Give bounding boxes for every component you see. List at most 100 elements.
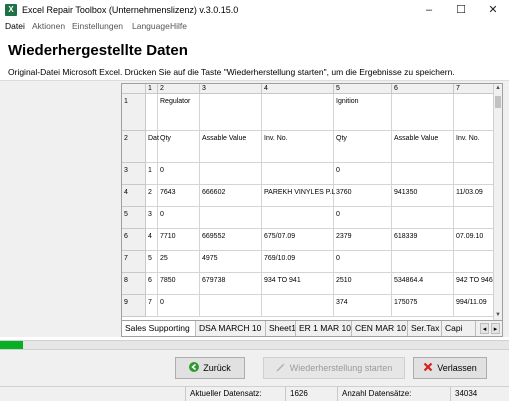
grid-cell[interactable]: 679738: [200, 273, 262, 295]
grid-cell[interactable]: Regulator: [158, 94, 200, 131]
grid-cell[interactable]: [262, 163, 334, 185]
menu-einstellungen[interactable]: Einstellungen: [72, 21, 123, 31]
row-header[interactable]: 8: [122, 273, 146, 295]
grid-cell[interactable]: 6: [146, 273, 158, 295]
grid-cell[interactable]: 1: [146, 163, 158, 185]
scroll-thumb[interactable]: [495, 96, 501, 108]
grid-cell[interactable]: 769/10.09: [262, 251, 334, 273]
scroll-up-icon[interactable]: ▲: [494, 84, 502, 93]
grid-cell[interactable]: 941350: [392, 185, 454, 207]
grid-cell[interactable]: [392, 251, 454, 273]
column-header[interactable]: 1: [146, 84, 158, 94]
grid-cell[interactable]: 0: [158, 295, 200, 317]
sheet-tab[interactable]: DSA MARCH 10: [196, 321, 266, 336]
column-header[interactable]: 2: [158, 84, 200, 94]
grid-cell[interactable]: Qty: [158, 131, 200, 163]
tab-next-icon[interactable]: ▸: [491, 323, 500, 334]
start-recovery-button[interactable]: Wiederherstellung starten: [263, 357, 405, 379]
grid-cell[interactable]: 5: [146, 251, 158, 273]
menu-aktionen[interactable]: Aktionen: [32, 21, 65, 31]
grid-cell[interactable]: Dat: [146, 131, 159, 163]
grid-cell[interactable]: [454, 94, 493, 131]
row-header[interactable]: 7: [122, 251, 146, 273]
grid-cell[interactable]: 25: [158, 251, 200, 273]
grid-cell[interactable]: [262, 94, 334, 131]
sheet-tab[interactable]: Sales Supporting: [122, 321, 196, 336]
row-header[interactable]: 4: [122, 185, 146, 207]
grid-cell[interactable]: 07.09.10: [454, 229, 493, 251]
grid-cell[interactable]: [392, 94, 454, 131]
menu-datei[interactable]: Datei: [5, 21, 25, 31]
row-header[interactable]: 1: [122, 94, 146, 131]
grid-cell[interactable]: Inv. No.: [262, 131, 334, 163]
exit-button[interactable]: Verlassen: [413, 357, 487, 379]
column-header[interactable]: 7: [454, 84, 493, 94]
minimize-button[interactable]: –: [413, 0, 445, 20]
column-header[interactable]: 3: [200, 84, 262, 94]
grid-cell[interactable]: 534864.4: [392, 273, 454, 295]
back-button[interactable]: Zurück: [175, 357, 245, 379]
grid-cell[interactable]: [200, 163, 262, 185]
row-header[interactable]: 5: [122, 207, 146, 229]
grid-cell[interactable]: [454, 207, 493, 229]
sheet-tab[interactable]: ER 1 MAR 10: [296, 321, 352, 336]
grid-cell[interactable]: Qty: [334, 131, 392, 163]
grid-cell[interactable]: 7643: [158, 185, 200, 207]
grid-cell[interactable]: PAREKH VINYLES P.L: [262, 185, 335, 207]
column-header[interactable]: 6: [392, 84, 454, 94]
grid-cell[interactable]: [262, 295, 334, 317]
grid-cell[interactable]: 0: [334, 251, 392, 273]
sheet-tab[interactable]: Ser.Tax: [408, 321, 442, 336]
grid-cell[interactable]: 669552: [200, 229, 262, 251]
grid-cell[interactable]: 3: [146, 207, 158, 229]
column-header[interactable]: 4: [262, 84, 334, 94]
row-header[interactable]: 2: [122, 131, 146, 163]
grid-cell[interactable]: 0: [158, 163, 200, 185]
grid-cell[interactable]: [392, 207, 454, 229]
grid-cell[interactable]: 4: [146, 229, 158, 251]
grid-cell[interactable]: 942 TO 946: [454, 273, 493, 295]
row-header[interactable]: 3: [122, 163, 146, 185]
grid-cell[interactable]: 618339: [392, 229, 454, 251]
grid-cell[interactable]: [454, 251, 493, 273]
grid-cell[interactable]: 666602: [200, 185, 262, 207]
grid-cell[interactable]: [262, 207, 334, 229]
grid-cell[interactable]: 2379: [334, 229, 392, 251]
sheet-tab[interactable]: Sheet1: [266, 321, 296, 336]
grid-cell[interactable]: [200, 295, 262, 317]
grid-cell[interactable]: 7710: [158, 229, 200, 251]
grid-cell[interactable]: [392, 163, 454, 185]
grid-cell[interactable]: 0: [334, 163, 392, 185]
menu-language[interactable]: Language: [132, 21, 170, 31]
grid-cell[interactable]: 4975: [200, 251, 262, 273]
grid-cell[interactable]: 2: [146, 185, 158, 207]
grid-cell[interactable]: 0: [334, 207, 392, 229]
grid-cell[interactable]: [200, 94, 262, 131]
scroll-down-icon[interactable]: ▼: [494, 311, 502, 320]
grid-cell[interactable]: 175075: [392, 295, 454, 317]
grid-cell[interactable]: 7850: [158, 273, 200, 295]
grid-cell[interactable]: Ignition: [334, 94, 392, 131]
maximize-button[interactable]: ☐: [445, 0, 477, 20]
grid-cell[interactable]: 374: [334, 295, 392, 317]
grid-cell[interactable]: 934 TO 941: [262, 273, 334, 295]
spreadsheet-grid[interactable]: 1 2 3 4 5 6 7 1 Regulator Ignition 2 Dat Qty Assable …: [122, 84, 493, 320]
grid-cell[interactable]: 994/11.09: [454, 295, 493, 317]
grid-cell[interactable]: 675/07.09: [262, 229, 334, 251]
vertical-scrollbar[interactable]: ▲ ▼: [493, 84, 502, 320]
row-header[interactable]: 6: [122, 229, 146, 251]
grid-cell[interactable]: [454, 163, 493, 185]
close-button[interactable]: ✕: [477, 0, 509, 20]
grid-cell[interactable]: 7: [146, 295, 158, 317]
grid-cell[interactable]: 11/03.09: [454, 185, 493, 207]
sheet-tab[interactable]: Capi: [442, 321, 476, 336]
row-header[interactable]: 9: [122, 295, 146, 317]
grid-cell[interactable]: 3760: [334, 185, 392, 207]
grid-cell[interactable]: 2510: [334, 273, 392, 295]
sheet-tab[interactable]: CEN MAR 10: [352, 321, 408, 336]
grid-cell[interactable]: [146, 94, 158, 131]
grid-cell[interactable]: Assable Value: [392, 131, 454, 163]
grid-cell[interactable]: Assable Value: [200, 131, 262, 163]
menu-hilfe[interactable]: Hilfe: [170, 21, 187, 31]
column-header[interactable]: 5: [334, 84, 392, 94]
